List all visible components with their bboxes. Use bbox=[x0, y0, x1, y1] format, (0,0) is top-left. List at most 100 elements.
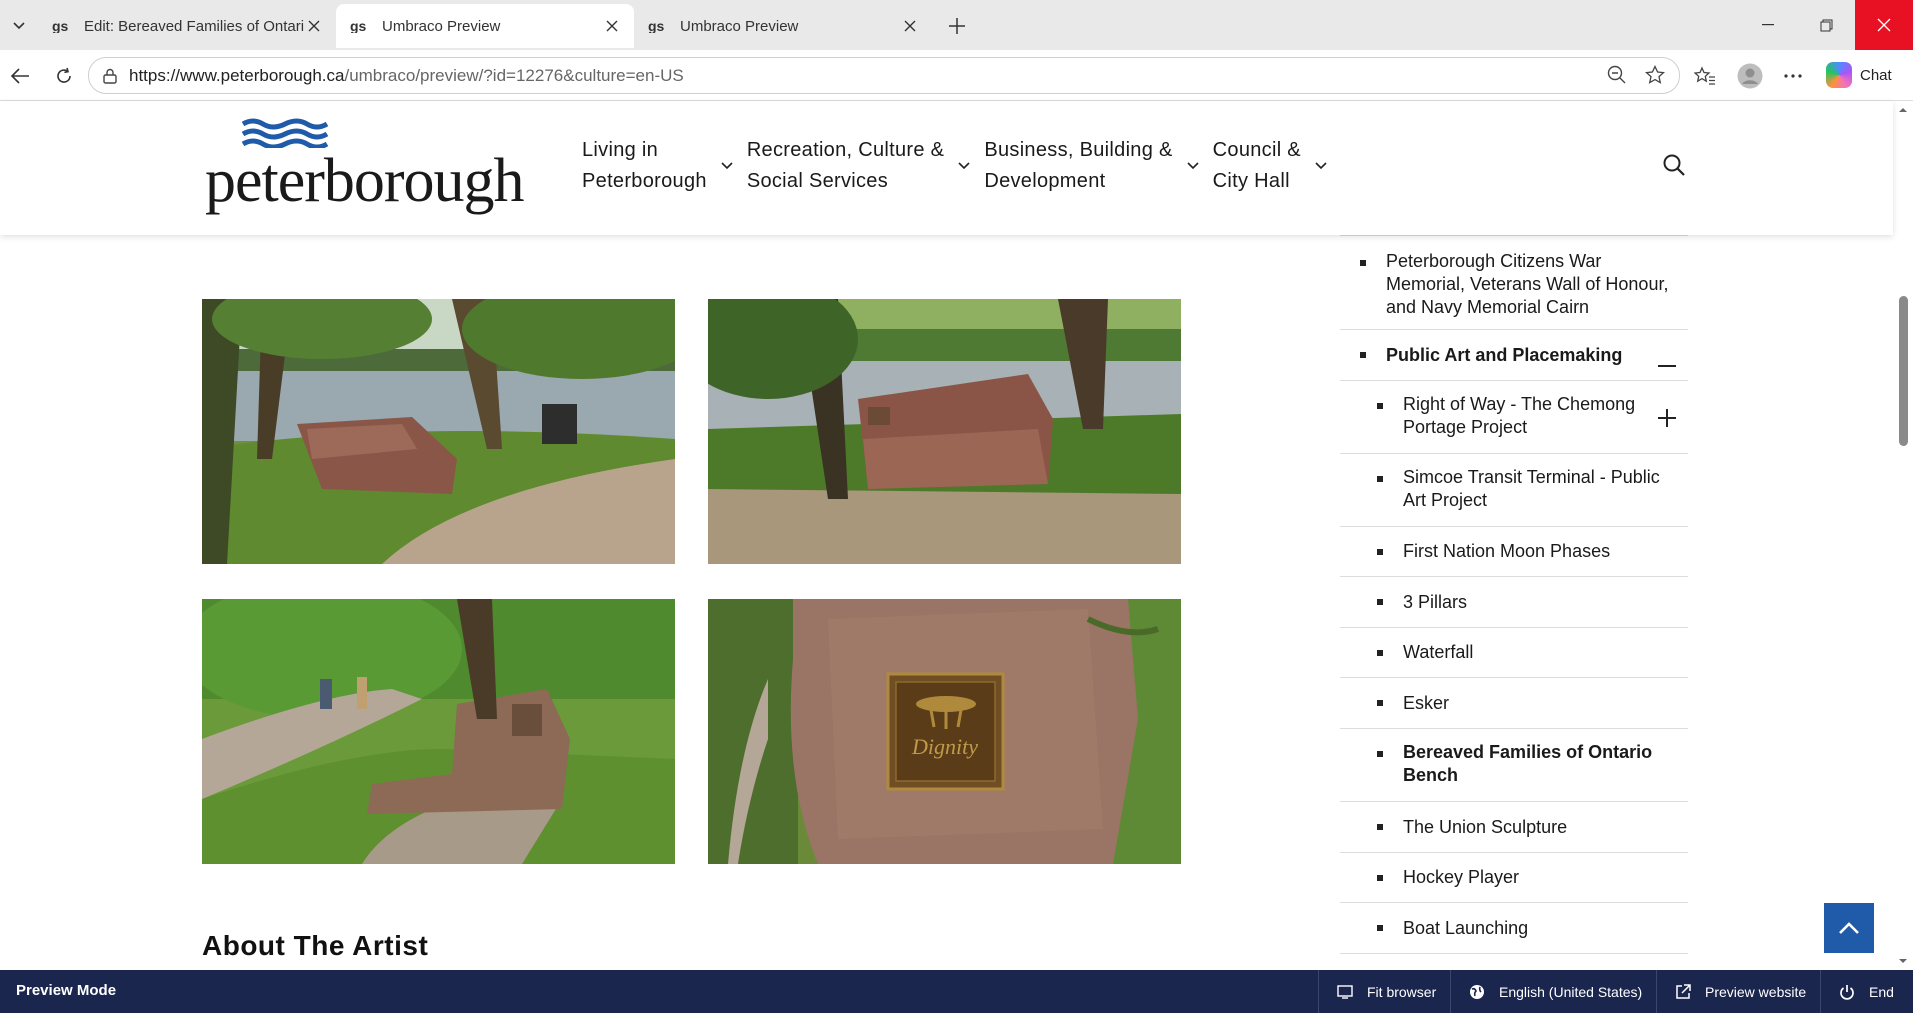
about-the-artist-heading: About The Artist bbox=[202, 930, 429, 961]
svg-text:Dignity: Dignity bbox=[911, 734, 978, 759]
peterborough-logo[interactable]: peterborough bbox=[205, 118, 525, 215]
nav-council-city-hall[interactable]: Council & City Hall bbox=[1213, 135, 1327, 197]
more-menu-icon[interactable] bbox=[1784, 62, 1802, 90]
sidenav-item-label: Bereaved Families of Ontario Bench bbox=[1403, 742, 1653, 785]
sidenav-item-war-memorial[interactable]: Peterborough Citizens War Memorial, Vete… bbox=[1340, 236, 1688, 330]
bullet-icon bbox=[1377, 824, 1383, 830]
favorite-star-icon[interactable] bbox=[1644, 64, 1666, 90]
gallery-photo-bench-front[interactable] bbox=[708, 299, 1181, 564]
page-scrollbar[interactable] bbox=[1893, 101, 1913, 970]
bullet-icon bbox=[1377, 549, 1383, 555]
sidenav-item-hockey-player[interactable]: Hockey Player bbox=[1340, 853, 1688, 903]
lock-icon[interactable] bbox=[103, 68, 117, 84]
sidenav-item-label: Hockey Player bbox=[1403, 867, 1520, 887]
umbraco-preview-bar: Preview Mode Fit browser English (United… bbox=[0, 970, 1913, 1013]
chevron-down-icon bbox=[721, 162, 733, 170]
gallery-photo-bench-river[interactable] bbox=[202, 299, 675, 564]
collapse-minus-icon[interactable] bbox=[1658, 354, 1676, 372]
sidenav-item-public-art[interactable]: Public Art and Placemaking bbox=[1340, 330, 1688, 381]
close-tab-icon[interactable] bbox=[602, 16, 622, 36]
nav-label-line2: Peterborough bbox=[582, 170, 707, 192]
browser-tab-edit[interactable]: gs Edit: Bereaved Families of Ontario bbox=[38, 4, 336, 48]
scroll-down-arrow-icon[interactable] bbox=[1893, 956, 1913, 966]
fit-browser-button[interactable]: Fit browser bbox=[1318, 970, 1450, 1013]
minimize-icon[interactable] bbox=[1739, 0, 1797, 50]
sidenav-item-3-pillars[interactable]: 3 Pillars bbox=[1340, 577, 1688, 628]
chevron-up-icon bbox=[1839, 922, 1859, 934]
gallery-photo-path-walkers[interactable] bbox=[202, 599, 675, 864]
sidenav-item-boat-launching[interactable]: Boat Launching bbox=[1340, 903, 1688, 954]
profile-avatar-icon[interactable] bbox=[1737, 62, 1763, 90]
sidenav-item-union-sculpture[interactable]: The Union Sculpture bbox=[1340, 802, 1688, 853]
sidenav-item-right-of-way[interactable]: Right of Way - The Chemong Portage Proje… bbox=[1340, 381, 1688, 454]
close-tab-icon[interactable] bbox=[304, 16, 324, 36]
bullet-icon bbox=[1377, 925, 1383, 931]
search-icon[interactable] bbox=[1662, 153, 1686, 182]
gallery-photo-dignity-plaque[interactable]: Dignity bbox=[708, 599, 1181, 864]
address-bar[interactable]: https://www.peterborough.ca/umbraco/prev… bbox=[88, 57, 1680, 94]
culture-label: English (United States) bbox=[1499, 983, 1643, 1000]
nav-business-building[interactable]: Business, Building & Development bbox=[984, 135, 1199, 197]
close-tab-icon[interactable] bbox=[900, 16, 920, 36]
sidenav-item-waterfall[interactable]: Waterfall bbox=[1340, 628, 1688, 678]
window-close-icon[interactable] bbox=[1855, 0, 1913, 50]
scrollbar-thumb[interactable] bbox=[1899, 296, 1908, 446]
chevron-down-icon bbox=[1315, 162, 1327, 170]
sidenav-item-esker[interactable]: Esker bbox=[1340, 678, 1688, 729]
window-controls bbox=[1739, 0, 1913, 50]
back-arrow-icon[interactable] bbox=[6, 62, 34, 90]
sidenav-item-bereaved-families-current[interactable]: Bereaved Families of Ontario Bench bbox=[1340, 729, 1688, 802]
browser-tab-preview[interactable]: gs Umbraco Preview bbox=[634, 4, 932, 48]
bullet-icon bbox=[1377, 875, 1383, 881]
new-tab-button[interactable] bbox=[932, 4, 982, 48]
scroll-up-arrow-icon[interactable] bbox=[1893, 105, 1913, 115]
end-preview-button[interactable]: End bbox=[1820, 970, 1908, 1013]
umbraco-favicon-icon: gs bbox=[648, 17, 670, 35]
bullet-icon bbox=[1377, 403, 1383, 409]
sidenav-item-label: Esker bbox=[1403, 693, 1450, 713]
preview-mode-label: Preview Mode bbox=[16, 982, 117, 999]
reload-icon[interactable] bbox=[50, 62, 78, 90]
umbraco-favicon-icon: gs bbox=[52, 17, 74, 35]
bullet-icon bbox=[1377, 751, 1383, 757]
site-header: peterborough Living in Peterborough Recre… bbox=[0, 101, 1893, 235]
svg-text:gs: gs bbox=[648, 19, 665, 33]
tab-title: Edit: Bereaved Families of Ontario bbox=[84, 17, 304, 35]
power-icon bbox=[1840, 984, 1854, 1000]
browser-tab-bar: gs Edit: Bereaved Families of Ontario gs… bbox=[0, 0, 1913, 50]
umbraco-favicon-icon: gs bbox=[350, 17, 372, 35]
sidenav-item-moon-phases[interactable]: First Nation Moon Phases bbox=[1340, 527, 1688, 577]
nav-recreation-culture[interactable]: Recreation, Culture & Social Services bbox=[747, 135, 971, 197]
browser-tab-preview-active[interactable]: gs Umbraco Preview bbox=[336, 4, 634, 48]
favorites-icon[interactable] bbox=[1694, 62, 1716, 90]
nav-label-line2: Social Services bbox=[746, 170, 889, 192]
culture-selector-button[interactable]: English (United States) bbox=[1450, 970, 1656, 1013]
external-link-icon bbox=[1676, 983, 1691, 999]
preview-website-button[interactable]: Preview website bbox=[1656, 970, 1820, 1013]
url-host: https://www.peterborough.ca bbox=[129, 65, 345, 85]
sidenav-item-simcoe-transit[interactable]: Simcoe Transit Terminal - Public Art Pro… bbox=[1340, 454, 1688, 527]
waves-logo-icon bbox=[241, 118, 329, 148]
sidenav-item-label: Simcoe Transit Terminal - Public Art Pro… bbox=[1403, 467, 1660, 510]
sidenav-item-label: Waterfall bbox=[1403, 642, 1474, 662]
sidenav-item-label: Boat Launching bbox=[1403, 918, 1529, 938]
bullet-icon bbox=[1377, 700, 1383, 706]
back-to-top-button[interactable] bbox=[1824, 903, 1874, 953]
url-path: /umbraco/preview/?id=12276&culture=en-US bbox=[344, 65, 684, 85]
nav-living-in-peterborough[interactable]: Living in Peterborough bbox=[582, 135, 733, 197]
page-content: Dignity About The Artist Peterborough Ci… bbox=[0, 235, 1893, 970]
restore-icon[interactable] bbox=[1797, 0, 1855, 50]
zoom-out-icon[interactable] bbox=[1607, 65, 1627, 90]
logo-wordmark: peterborough bbox=[205, 147, 525, 215]
nav-label-line2: City Hall bbox=[1212, 170, 1290, 192]
sidenav-item-label: Public Art and Placemaking bbox=[1386, 345, 1623, 365]
bullet-icon bbox=[1377, 476, 1383, 482]
copilot-chat-button[interactable]: Chat bbox=[1826, 58, 1892, 92]
tab-list-chevron-icon[interactable] bbox=[0, 0, 38, 50]
nav-label-line1: Council & bbox=[1212, 139, 1301, 161]
expand-plus-icon[interactable] bbox=[1658, 409, 1676, 432]
sidenav-item-label: First Nation Moon Phases bbox=[1403, 541, 1611, 561]
address-toolbar: https://www.peterborough.ca/umbraco/prev… bbox=[0, 50, 1913, 101]
globe-icon bbox=[1470, 984, 1484, 999]
svg-text:gs: gs bbox=[52, 19, 69, 33]
